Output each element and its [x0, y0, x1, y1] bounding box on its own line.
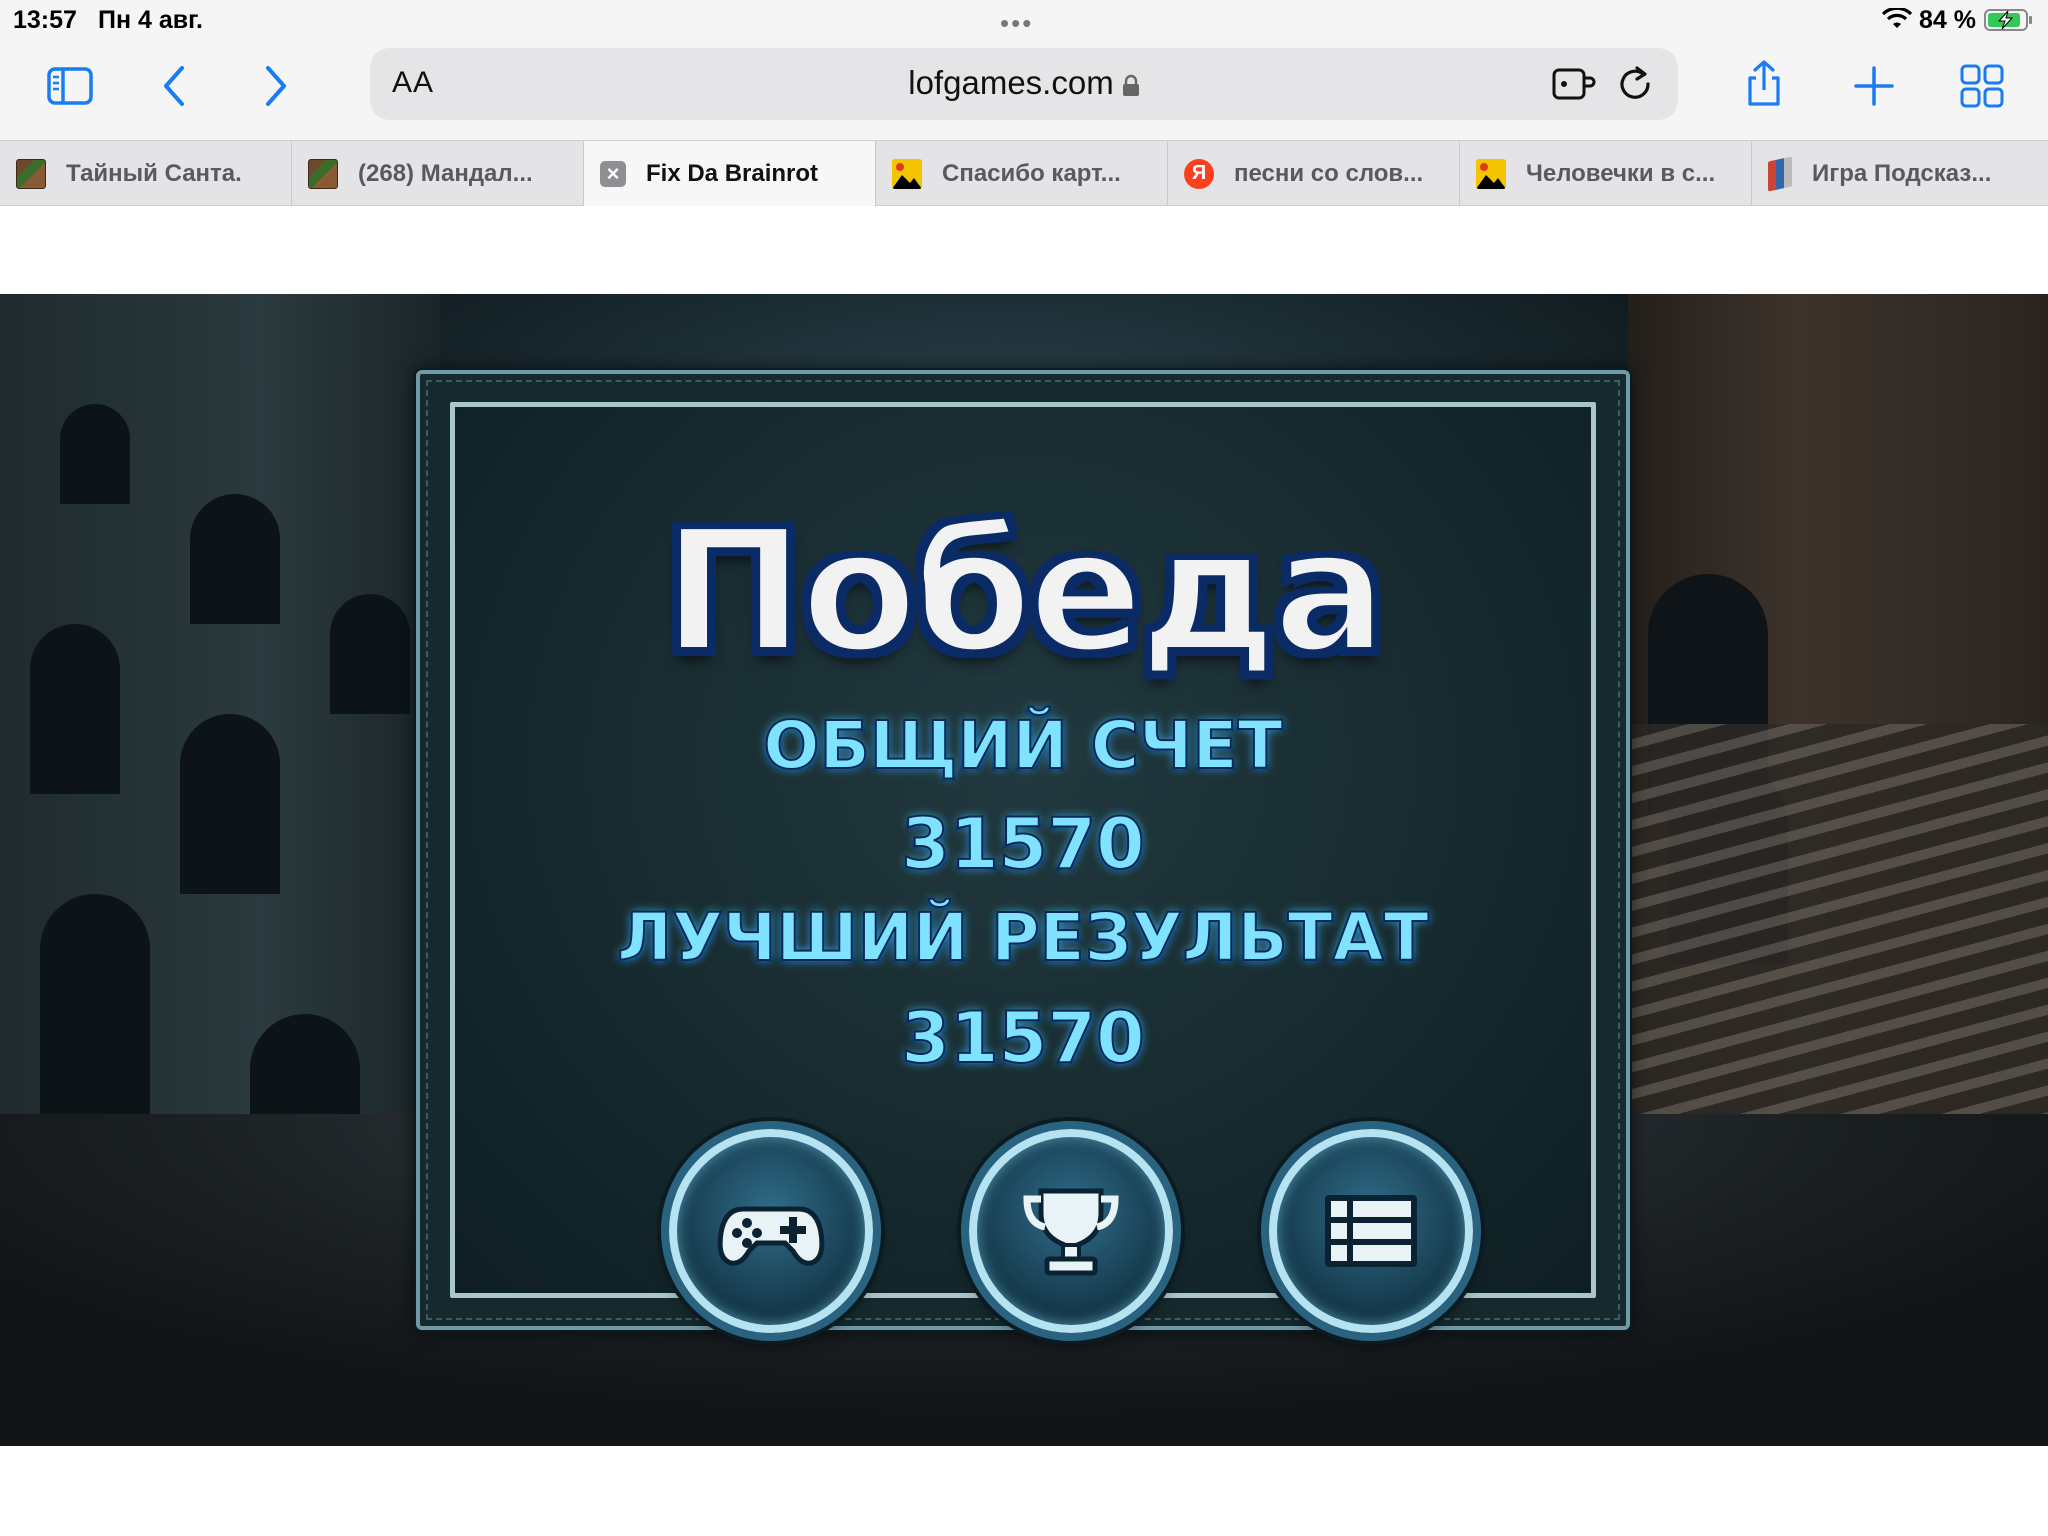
tab-item[interactable]: Человечки в с... [1460, 141, 1752, 206]
gamepad-icon [717, 1206, 825, 1266]
tabs-overview-button[interactable] [1950, 54, 2014, 118]
yandex-favicon-icon: Я [1184, 158, 1214, 189]
multitask-dots-icon[interactable]: ••• [1000, 8, 1033, 39]
play-again-button[interactable] [669, 1129, 873, 1333]
plus-icon [1854, 66, 1894, 106]
best-result-label: ЛУЧШИЙ РЕЗУЛЬТАТ [616, 898, 1430, 977]
forward-button[interactable] [242, 54, 306, 118]
tab-title: Fix Da Brainrot [646, 159, 819, 187]
tab-item[interactable]: Тайный Санта. [0, 141, 292, 206]
tab-title: песни со слов... [1234, 159, 1424, 187]
total-score-label: ОБЩИЙ СЧЕТ [762, 706, 1283, 785]
leaderboard-button[interactable] [969, 1129, 1173, 1333]
extension-icon[interactable] [1550, 62, 1596, 106]
back-button[interactable] [144, 54, 208, 118]
status-bar: 13:57 Пн 4 авг. ••• 84 % [0, 0, 2048, 40]
reload-icon[interactable] [1615, 62, 1657, 106]
tabs-grid-icon [1960, 64, 2004, 108]
status-date: Пн 4 авг. [98, 6, 203, 34]
game-canvas[interactable]: Победа ОБЩИЙ СЧЕТ 31570 ЛУЧШИЙ РЕЗУЛЬТАТ… [0, 294, 2048, 1446]
menu-list-button[interactable] [1269, 1129, 1473, 1333]
best-result-value: 31570 [900, 996, 1146, 1080]
image-favicon-icon [1476, 158, 1506, 189]
victory-panel: Победа ОБЩИЙ СЧЕТ 31570 ЛУЧШИЙ РЕЗУЛЬТАТ… [416, 370, 1630, 1333]
tab-bar: Тайный Санта. (268) Мандал... × Fix Da B… [0, 140, 2048, 206]
list-icon [1325, 1195, 1417, 1267]
tab-item[interactable]: Спасибо карт... [876, 141, 1168, 206]
tab-item[interactable]: Я песни со слов... [1168, 141, 1460, 206]
share-button[interactable] [1732, 52, 1796, 116]
trophy-icon [1023, 1188, 1119, 1276]
victory-panel-inner: Победа ОБЩИЙ СЧЕТ 31570 ЛУЧШИЙ РЕЗУЛЬТАТ… [450, 402, 1596, 1333]
image-favicon-icon [892, 158, 922, 189]
tab-title: Тайный Санта. [66, 159, 242, 187]
sidebar-button[interactable] [38, 54, 102, 118]
forward-icon [266, 66, 286, 106]
share-icon [1748, 60, 1780, 106]
address-bar[interactable]: AA lofgames.com [370, 48, 1678, 120]
tab-title: Человечки в с... [1526, 159, 1716, 187]
tab-title: (268) Мандал... [358, 159, 533, 187]
tab-item[interactable]: Игра Подсказ... [1752, 141, 2048, 206]
books-favicon-icon [1768, 155, 1792, 192]
minecraft-favicon-icon [308, 158, 338, 189]
tab-title: Спасибо карт... [942, 159, 1121, 187]
minecraft-favicon-icon [16, 158, 46, 189]
tab-title: Игра Подсказ... [1812, 159, 1992, 187]
total-score-value: 31570 [900, 802, 1146, 886]
close-icon[interactable]: × [600, 160, 626, 187]
status-time: 13:57 [13, 6, 77, 34]
url-text[interactable]: lofgames.com [370, 64, 1678, 102]
tab-item[interactable]: (268) Мандал... [292, 141, 584, 206]
lock-icon [1122, 74, 1139, 96]
new-tab-button[interactable] [1842, 54, 1906, 118]
wifi-icon [1882, 8, 1912, 28]
back-icon [164, 66, 184, 106]
battery-percent: 84 % [1919, 6, 1976, 34]
url-domain: lofgames.com [908, 64, 1114, 101]
sidebar-icon [47, 67, 93, 105]
tab-item-active[interactable]: × Fix Da Brainrot [584, 141, 876, 206]
battery-charging-icon [1984, 9, 2032, 31]
browser-toolbar: AA lofgames.com [0, 40, 2048, 140]
victory-title: Победа [659, 493, 1390, 691]
